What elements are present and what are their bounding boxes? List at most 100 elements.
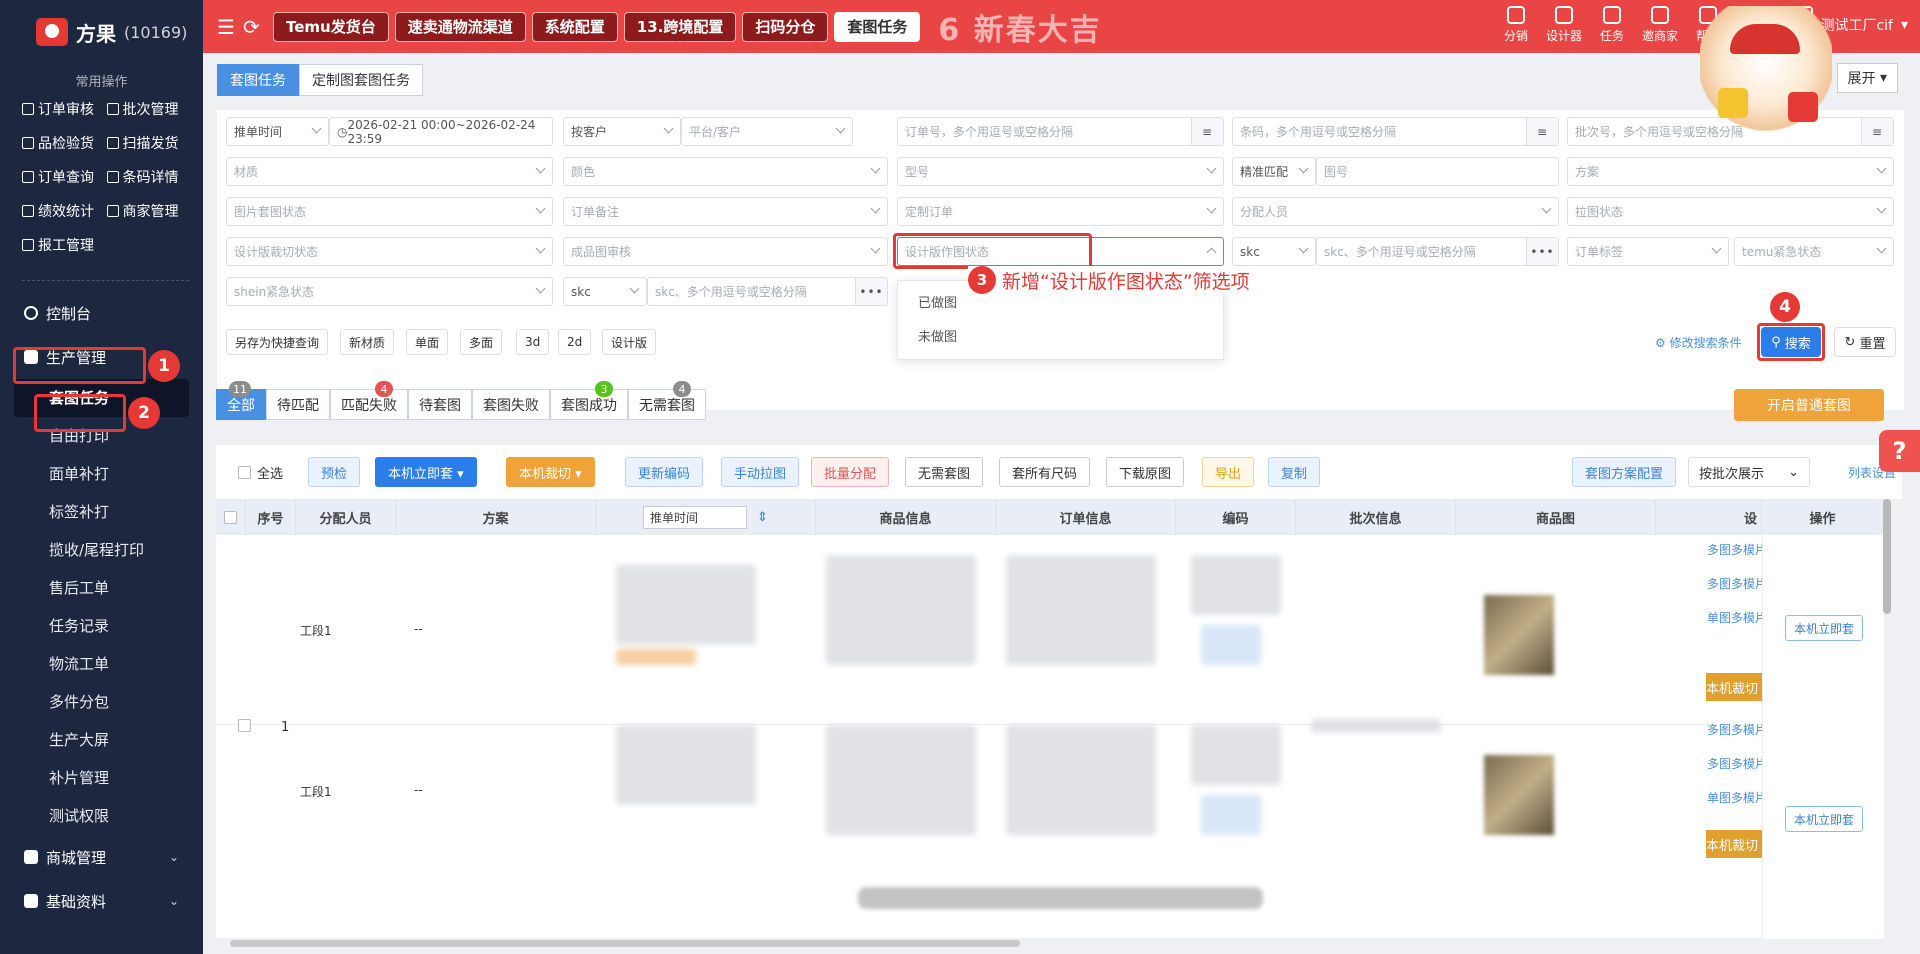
chip-3d[interactable]: 3d: [516, 329, 550, 355]
task-button[interactable]: 任务: [1592, 6, 1632, 44]
scheme-config-button[interactable]: 套图方案配置: [1572, 457, 1677, 487]
row-set-now-button[interactable]: 本机立即套: [1785, 615, 1863, 641]
scheme-select[interactable]: 方案: [1567, 157, 1894, 186]
model-select[interactable]: 型号: [897, 157, 1224, 186]
tab-aliexpress[interactable]: 速卖通物流渠道: [394, 11, 526, 42]
list-icon[interactable]: ≡: [1861, 118, 1893, 145]
platform-customer-select[interactable]: 平台/客户: [681, 117, 853, 146]
scheme-link[interactable]: 单图多模片: [1707, 789, 1762, 806]
tab-scan-warehouse[interactable]: 扫码分仓: [742, 11, 829, 42]
modify-search-link[interactable]: ⚙ 修改搜索条件: [1655, 334, 1742, 351]
cut-now-button[interactable]: 本机裁切 ▾: [506, 457, 595, 487]
order-note-select[interactable]: 订单备注: [563, 197, 888, 226]
invite-merchant-button[interactable]: 邀商家: [1640, 6, 1680, 44]
search-button[interactable]: ⚲ 搜索: [1761, 327, 1821, 357]
quick-performance[interactable]: 绩效统计: [22, 198, 107, 224]
option-not-done[interactable]: 未做图: [898, 321, 1223, 355]
set-now-button[interactable]: 本机立即套 ▾: [375, 457, 477, 487]
sidebar-item-set-image-task[interactable]: 套图任务: [14, 379, 189, 417]
table-row[interactable]: 工段1 -- 多图多模片 多图多模片 单图多模片 本机裁切: [216, 535, 1884, 725]
sidebar-item-label-reprint[interactable]: 标签补打: [0, 493, 203, 531]
menu-icon[interactable]: ☰: [217, 15, 243, 39]
tab-set-image-task[interactable]: 套图任务: [834, 11, 921, 42]
skc-type-select-2[interactable]: skc: [563, 277, 647, 306]
match-mode-select[interactable]: 精准匹配: [1232, 157, 1316, 186]
shein-urgent-select[interactable]: shein紧急状态: [226, 277, 553, 306]
sidebar-item-task-record[interactable]: 任务记录: [0, 607, 203, 645]
more-icon[interactable]: •••: [1526, 238, 1558, 265]
scheme-link[interactable]: 多图多模片: [1707, 541, 1762, 558]
download-original-button[interactable]: 下载原图: [1106, 457, 1185, 487]
help-float-button[interactable]: ?: [1879, 430, 1920, 472]
no-need-set-button[interactable]: 无需套图: [905, 457, 984, 487]
time-type-select[interactable]: 推单时间: [226, 117, 329, 146]
quick-order-query[interactable]: 订单查询: [22, 164, 107, 190]
material-select[interactable]: 材质: [226, 157, 553, 186]
chip-2d[interactable]: 2d: [558, 329, 592, 355]
tab-set-image[interactable]: 套图任务: [217, 64, 299, 96]
temu-urgent-select[interactable]: temu紧急状态: [1734, 237, 1894, 266]
header-push-time[interactable]: 推单时间 ⇕: [596, 499, 816, 535]
quick-barcode-detail[interactable]: 条码详情: [106, 164, 192, 190]
chip-single-side[interactable]: 单面: [406, 329, 449, 355]
open-ordinary-set-button[interactable]: 开启普通套图: [1734, 389, 1884, 421]
chip-design-version[interactable]: 设计版: [602, 329, 657, 355]
update-code-button[interactable]: 更新编码: [625, 457, 704, 487]
header-checkbox[interactable]: [216, 499, 246, 535]
row-cut-button[interactable]: 本机裁切: [1706, 673, 1762, 701]
chip-multi-side[interactable]: 多面: [460, 329, 503, 355]
sidebar-item-multi-package[interactable]: 多件分包: [0, 683, 203, 721]
nav-mall[interactable]: 商城管理 ⌄: [0, 835, 203, 879]
custom-order-select[interactable]: 定制订单: [897, 197, 1224, 226]
status-tab-pending-set[interactable]: 待套图: [408, 389, 472, 420]
sidebar-item-aftersale[interactable]: 售后工单: [0, 569, 203, 607]
skc-input-2[interactable]: skc、多个用逗号或空格分隔 •••: [647, 277, 888, 306]
sidebar-item-free-print[interactable]: 自由打印: [0, 417, 203, 455]
scheme-link[interactable]: 多图多模片: [1707, 575, 1762, 592]
status-tab-no-need[interactable]: 无需套图 4: [628, 381, 706, 420]
sidebar-item-patch-manage[interactable]: 补片管理: [0, 759, 203, 797]
more-icon[interactable]: •••: [855, 278, 887, 305]
order-tag-select[interactable]: 订单标签: [1567, 237, 1729, 266]
batch-assign-button[interactable]: 批量分配: [811, 457, 890, 487]
pull-status-select[interactable]: 拉图状态: [1567, 197, 1894, 226]
customer-type-select[interactable]: 按客户: [563, 117, 681, 146]
manual-pull-button[interactable]: 手动拉图: [721, 457, 800, 487]
list-icon[interactable]: ≡: [1526, 118, 1558, 145]
quick-batch-manage[interactable]: 批次管理: [106, 96, 192, 122]
tab-crossborder-config[interactable]: 13.跨境配置: [623, 11, 737, 42]
scheme-link[interactable]: 多图多模片: [1707, 755, 1762, 772]
save-quick-query-button[interactable]: 另存为快捷查询: [226, 329, 329, 355]
skc-type-select[interactable]: skc: [1232, 237, 1316, 266]
skc-input[interactable]: skc、多个用逗号或空格分隔 •••: [1316, 237, 1559, 266]
brand-logo[interactable]: 方果 (10169): [0, 0, 203, 64]
image-set-status-select[interactable]: 图片套图状态: [226, 197, 553, 226]
refresh-icon[interactable]: ⟳: [243, 15, 267, 39]
horizontal-scrollbar[interactable]: [230, 940, 1020, 947]
scheme-link[interactable]: 单图多模片: [1707, 609, 1762, 626]
design-status-select[interactable]: 设计版作图状态: [897, 237, 1224, 266]
quick-quality-check[interactable]: 品检验货: [22, 130, 107, 156]
select-all-checkbox[interactable]: 全选: [238, 463, 283, 482]
status-tab-match-failed[interactable]: 匹配失败 4: [330, 381, 408, 420]
status-tab-set-success[interactable]: 套图成功 3: [550, 381, 628, 420]
quick-work-report[interactable]: 报工管理: [22, 232, 107, 258]
cut-status-select[interactable]: 设计版裁切状态: [226, 237, 553, 266]
status-tab-all[interactable]: 全部 11: [216, 381, 266, 420]
set-all-sizes-button[interactable]: 套所有尺码: [999, 457, 1091, 487]
sidebar-item-pickup-print[interactable]: 揽收/尾程打印: [0, 531, 203, 569]
sort-icon[interactable]: ⇕: [757, 510, 768, 525]
nav-basic[interactable]: 基础资料 ⌄: [0, 879, 203, 923]
row-set-now-button[interactable]: 本机立即套: [1785, 806, 1863, 832]
display-mode-select[interactable]: 按批次展示 ⌄: [1688, 457, 1810, 487]
expand-button[interactable]: 展开 ▾: [1836, 63, 1898, 93]
export-button[interactable]: 导出: [1202, 457, 1255, 487]
row-cut-button[interactable]: 本机裁切: [1706, 830, 1762, 858]
nav-console[interactable]: 控制台: [0, 291, 203, 335]
tab-temu[interactable]: Temu发货台: [273, 11, 389, 42]
copy-button[interactable]: 复制: [1268, 457, 1321, 487]
barcode-input[interactable]: 条码，多个用逗号或空格分隔 ≡: [1232, 117, 1559, 146]
status-tab-set-failed[interactable]: 套图失败: [472, 389, 550, 420]
sidebar-item-waybill-reprint[interactable]: 面单补打: [0, 455, 203, 493]
sidebar-item-test-permission[interactable]: 测试权限: [0, 797, 203, 835]
